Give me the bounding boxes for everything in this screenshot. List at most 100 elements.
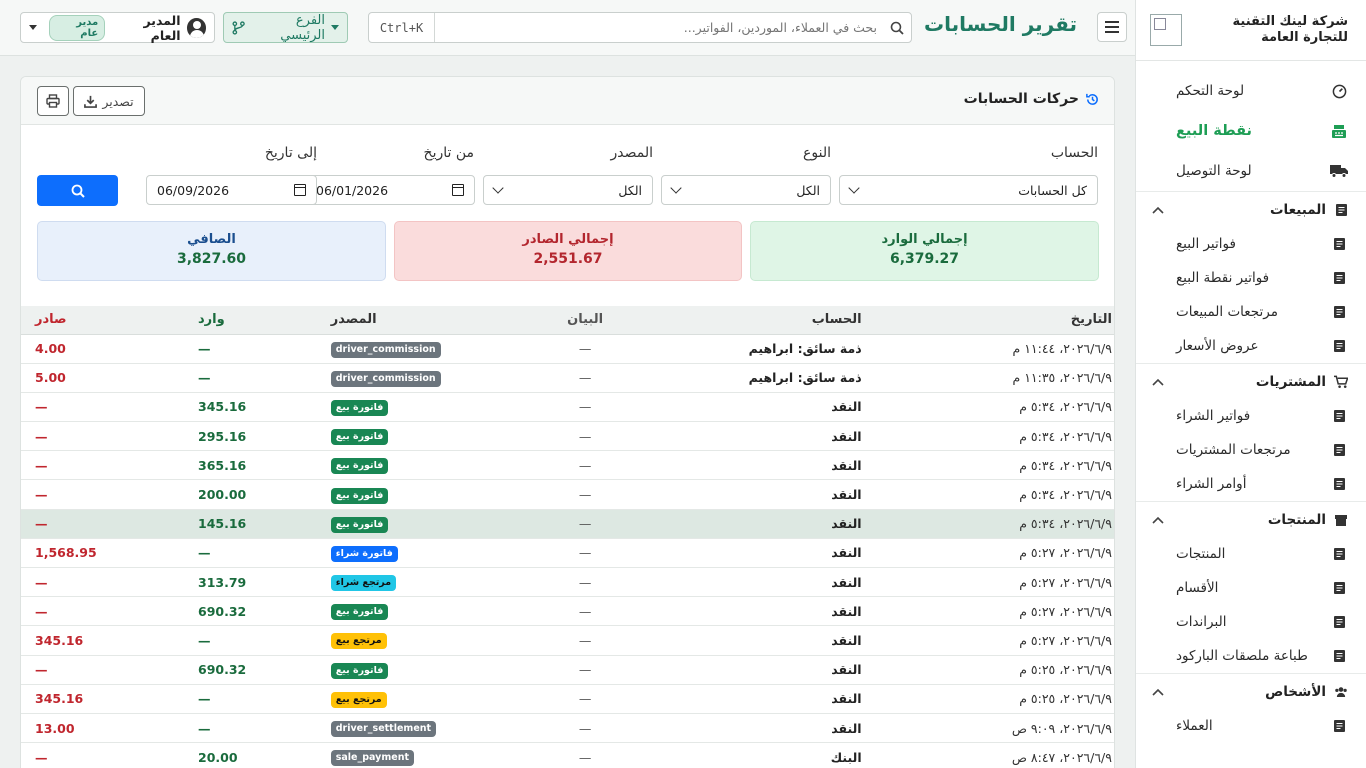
sidebar: شركة لينك التقنية للتجارة العامة لوحة ال… — [1135, 0, 1366, 768]
export-button[interactable]: تصدير — [73, 86, 145, 116]
col-description[interactable]: البيان — [529, 306, 641, 335]
row-source: فاتورة بيع — [330, 479, 530, 510]
to-date-input[interactable]: 06/09/2026 — [146, 175, 317, 205]
chevron-up-icon — [1152, 202, 1164, 218]
global-search[interactable]: Ctrl+K — [368, 12, 912, 43]
table-row[interactable]: ٢٠٢٦/٦/٩، ٥:٣٤ م النقد — فاتورة بيع 200.00— — [21, 479, 1114, 510]
table-row[interactable]: ٢٠٢٦/٦/٩، ٥:٣٤ م النقد — فاتورة بيع 295.16— — [21, 421, 1114, 452]
row-account: النقد — [640, 538, 862, 569]
row-description: — — [529, 567, 641, 598]
total-out-value: 2,551.67 — [533, 251, 603, 267]
table-row[interactable]: ٢٠٢٦/٦/٩، ٨:٤٧ ص البنك — sale_payment 20.00— — [21, 742, 1114, 768]
sidebar-item-1-0[interactable]: فواتير الشراء — [1136, 399, 1366, 433]
sidebar-item-2-0[interactable]: المنتجات — [1136, 537, 1366, 571]
table-row[interactable]: ٢٠٢٦/٦/٩، ٥:٣٤ م النقد — فاتورة بيع 145.16— — [21, 509, 1114, 539]
row-description: — — [529, 538, 641, 569]
sidebar-item-2-1[interactable]: الأقسام — [1136, 571, 1366, 605]
table-row[interactable]: ٢٠٢٦/٦/٩، ٥:٣٤ م النقد — فاتورة بيع 365.16— — [21, 450, 1114, 481]
sidebar-item-main-0[interactable]: لوحة التحكم — [1136, 71, 1366, 111]
calendar-icon[interactable] — [452, 184, 464, 196]
sidebar-item-1-2[interactable]: أوامر الشراء — [1136, 467, 1366, 501]
total-in-value: 6,379.27 — [889, 251, 960, 267]
net-label: الصافي — [187, 232, 236, 247]
sidebar-group-label: المنتجات — [1267, 511, 1326, 528]
sidebar-item-label: أوامر الشراء — [1176, 476, 1247, 492]
table-row[interactable]: ٢٠٢٦/٦/٩، ٥:٢٥ م النقد — فاتورة بيع 690.32— — [21, 655, 1114, 685]
account-select-value: كل الحسابات — [1018, 182, 1087, 198]
col-date[interactable]: التاريخ — [861, 306, 1114, 335]
row-source: مرتجع بيع — [330, 684, 530, 714]
box-group-icon — [1334, 513, 1348, 527]
table-row[interactable]: ٢٠٢٦/٦/٩، ١١:٣٥ م ذمة سائق: ابراهيم — drive… — [21, 363, 1114, 393]
sidebar-item-main-1[interactable]: نقطة البيع — [1136, 111, 1366, 151]
sidebar-nav: لوحة التحكم نقطة البيع لوحة التوصيل المبيعا… — [1136, 61, 1366, 743]
sidebar-item-label: فواتير نقطة البيع — [1176, 270, 1270, 286]
row-description: — — [529, 742, 641, 768]
menu-toggle-button[interactable] — [1097, 12, 1127, 42]
source-filter-label: المصدر — [610, 145, 654, 161]
sidebar-group-2[interactable]: المنتجات — [1136, 501, 1366, 537]
search-button[interactable] — [37, 175, 118, 206]
from-date-input[interactable]: 06/01/2026 — [305, 175, 475, 205]
table-body: ٢٠٢٦/٦/٩، ١١:٤٤ م ذمة سائق: ابراهيم — drive… — [21, 334, 1114, 768]
table-row[interactable]: ٢٠٢٦/٦/٩، ٥:٢٧ م النقد — مرتجع شراء 313.79— — [21, 567, 1114, 598]
table-row[interactable]: ٢٠٢٦/٦/٩، ٥:٢٧ م النقد — مرتجع بيع —345.16 — [21, 625, 1114, 656]
sidebar-item-2-3[interactable]: طباعة ملصقات الباركود — [1136, 639, 1366, 673]
download-icon — [84, 95, 98, 108]
col-account[interactable]: الحساب — [640, 306, 862, 335]
row-date: ٢٠٢٦/٦/٩، ٥:٢٧ م — [861, 596, 1114, 627]
filters-panel: الحساب النوع المصدر من تاريخ إلى تاريخ ك… — [21, 125, 1114, 221]
row-in: — — [198, 713, 331, 744]
source-badge: فاتورة بيع — [330, 662, 389, 679]
sidebar-group-3[interactable]: الأشخاص — [1136, 673, 1366, 709]
export-label: تصدير — [102, 93, 134, 109]
row-source: فاتورة بيع — [330, 655, 530, 685]
branch-selector[interactable]: الفرع الرئيسي — [223, 12, 348, 43]
type-select[interactable]: الكل — [661, 175, 831, 205]
user-menu[interactable]: المدير العام مدير عام — [20, 12, 215, 43]
table-row[interactable]: ٢٠٢٦/٦/٩، ٩:٠٩ ص النقد — driver_settlement —… — [21, 713, 1114, 744]
account-select[interactable]: كل الحسابات — [839, 175, 1098, 205]
calendar-icon[interactable] — [294, 184, 306, 196]
col-in[interactable]: وارد — [198, 306, 331, 335]
total-in-card: إجمالي الوارد 6,379.27 — [750, 221, 1099, 281]
caret-down-icon — [29, 25, 37, 30]
table-row[interactable]: ٢٠٢٦/٦/٩، ٥:٣٤ م النقد — فاتورة بيع 345.16— — [21, 392, 1114, 423]
sidebar-item-0-2[interactable]: مرتجعات المبيعات — [1136, 295, 1366, 329]
sidebar-item-label: نقطة البيع — [1176, 123, 1253, 139]
row-source: مرتجع بيع — [330, 625, 530, 656]
col-out[interactable]: صادر — [21, 306, 199, 335]
table-row[interactable]: ٢٠٢٦/٦/٩، ٥:٢٥ م النقد — مرتجع بيع —345.16 — [21, 684, 1114, 714]
total-out-card: إجمالي الصادر 2,551.67 — [394, 221, 742, 281]
row-description: — — [529, 421, 641, 452]
table-row[interactable]: ٢٠٢٦/٦/٩، ٥:٢٧ م النقد — فاتورة شراء —1,568.… — [21, 538, 1114, 569]
row-out: — — [21, 742, 199, 768]
sidebar-group-label: الأشخاص — [1265, 683, 1326, 700]
search-icon — [71, 184, 85, 198]
search-input[interactable] — [435, 13, 883, 42]
row-source: driver_commission — [330, 363, 530, 393]
sidebar-item-0-3[interactable]: عروض الأسعار — [1136, 329, 1366, 363]
sidebar-item-2-2[interactable]: البراندات — [1136, 605, 1366, 639]
sidebar-group-1[interactable]: المشتريات — [1136, 363, 1366, 399]
sidebar-group-label: المشتريات — [1255, 373, 1326, 390]
sidebar-item-0-0[interactable]: فواتير البيع — [1136, 227, 1366, 261]
table-row[interactable]: ٢٠٢٦/٦/٩، ١١:٤٤ م ذمة سائق: ابراهيم — drive… — [21, 334, 1114, 364]
row-out: — — [21, 567, 199, 598]
row-in: 295.16 — [198, 421, 331, 452]
print-button[interactable] — [37, 86, 69, 116]
sidebar-group-0[interactable]: المبيعات — [1136, 191, 1366, 227]
total-in-label: إجمالي الوارد — [881, 232, 968, 247]
row-date: ٢٠٢٦/٦/٩، ٩:٠٩ ص — [861, 713, 1114, 744]
sidebar-item-main-2[interactable]: لوحة التوصيل — [1136, 151, 1366, 191]
card-title-text: حركات الحسابات — [963, 91, 1079, 107]
hamburger-icon — [1105, 21, 1119, 33]
row-in: — — [198, 363, 331, 393]
source-select[interactable]: الكل — [483, 175, 653, 205]
sidebar-item-1-1[interactable]: مرتجعات المشتريات — [1136, 433, 1366, 467]
cash-register-icon — [1330, 122, 1348, 140]
sidebar-item-3-0[interactable]: العملاء — [1136, 709, 1366, 743]
table-row[interactable]: ٢٠٢٦/٦/٩، ٥:٢٧ م النقد — فاتورة بيع 690.32— — [21, 596, 1114, 627]
col-source[interactable]: المصدر — [330, 306, 530, 335]
sidebar-item-0-1[interactable]: فواتير نقطة البيع — [1136, 261, 1366, 295]
